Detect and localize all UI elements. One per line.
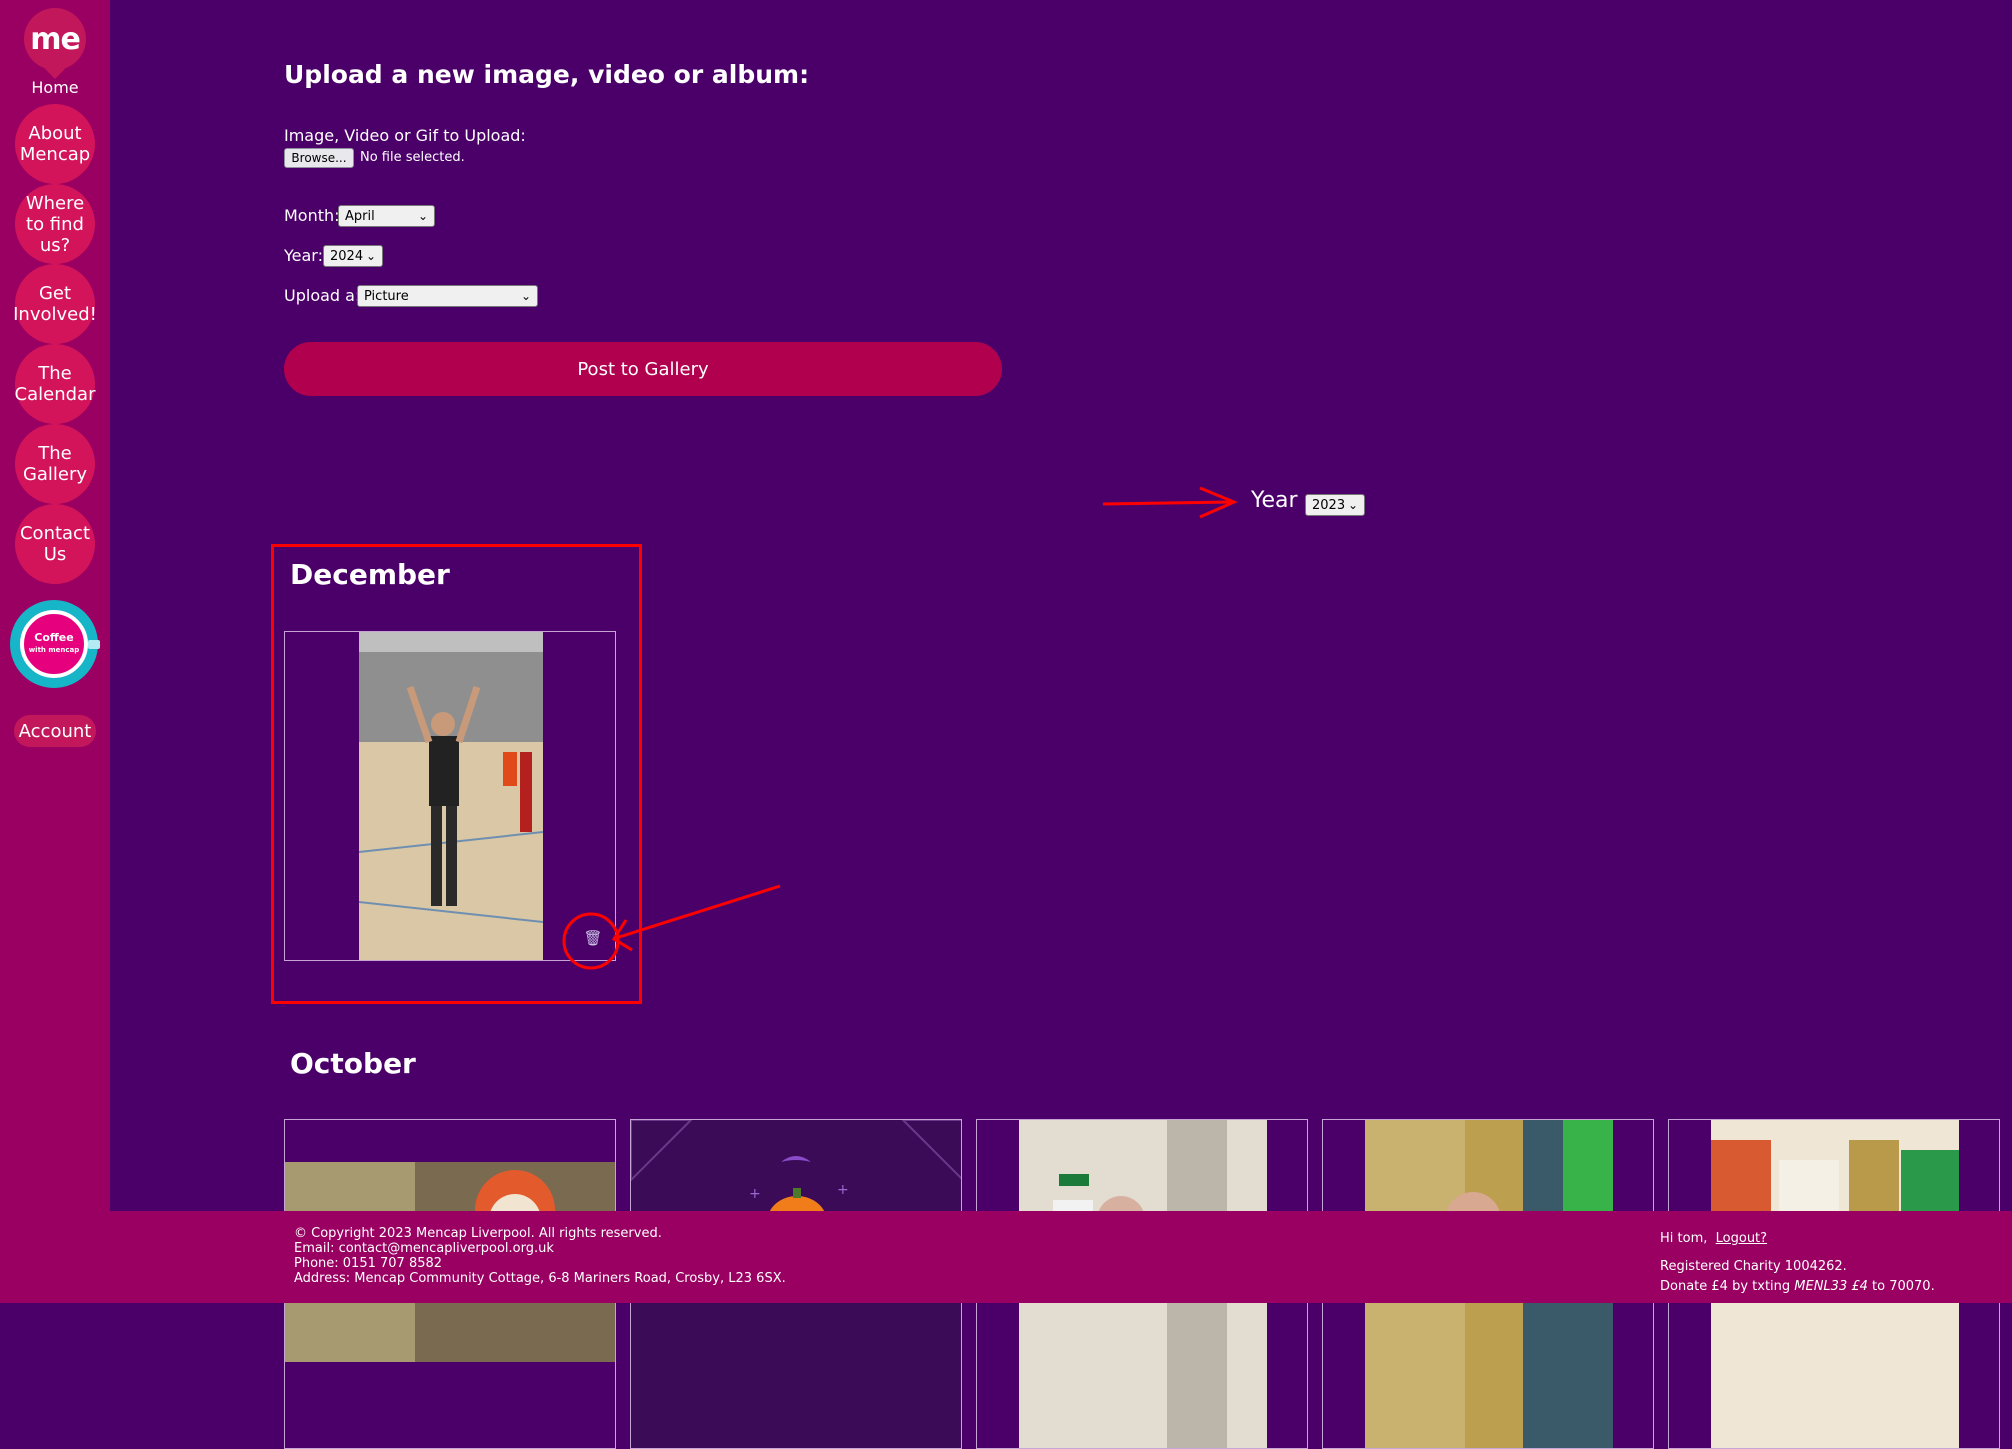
coffee-with-mencap-logo[interactable]: Coffee with mencap: [10, 600, 100, 688]
upload-title: Upload a new image, video or album:: [284, 60, 810, 89]
footer-donate-prefix: Donate £4 by txting: [1660, 1279, 1795, 1294]
month-select-value: April: [345, 208, 375, 224]
year-select-value: 2024: [330, 248, 364, 264]
year-filter-select[interactable]: 2023 ⌄: [1305, 494, 1365, 516]
footer-greeting: Hi tom,: [1660, 1231, 1708, 1246]
chevron-down-icon: ⌄: [417, 209, 428, 223]
account-button[interactable]: Account: [14, 715, 96, 747]
upload-type-select-value: Picture: [364, 288, 409, 304]
footer: © Copyright 2023 Mencap Liverpool. All r…: [110, 1211, 2012, 1303]
svg-text:+: +: [837, 1182, 849, 1198]
chevron-down-icon: ⌄: [520, 289, 531, 303]
year-label: Year:: [284, 246, 323, 265]
no-file-text: No file selected.: [360, 150, 465, 165]
footer-copyright: © Copyright 2023 Mencap Liverpool. All r…: [294, 1226, 662, 1241]
logout-link[interactable]: Logout?: [1716, 1231, 1767, 1246]
sidebar: me Home About Mencap Where to find us? G…: [0, 0, 110, 1303]
footer-contact-block: © Copyright 2023 Mencap Liverpool. All r…: [294, 1226, 786, 1286]
nav-contact-us[interactable]: Contact Us: [15, 504, 95, 584]
nav-get-involved[interactable]: Get Involved!: [13, 264, 97, 344]
coffee-sublabel: with mencap: [28, 646, 80, 654]
footer-charity: Registered Charity 1004262.: [1660, 1259, 1847, 1274]
year-filter-select-value: 2023: [1312, 497, 1346, 513]
upload-type-label: Upload a:: [284, 286, 361, 305]
browse-button[interactable]: Browse...: [284, 148, 354, 168]
nav-the-calendar[interactable]: The Calendar: [15, 344, 95, 424]
month-select[interactable]: April ⌄: [338, 205, 435, 227]
year-select[interactable]: 2024 ⌄: [323, 245, 383, 267]
year-filter-label: Year: [1251, 488, 1298, 513]
footer-phone: Phone: 0151 707 8582: [294, 1256, 443, 1271]
post-to-gallery-button[interactable]: Post to Gallery: [284, 342, 1002, 396]
coffee-label: Coffee: [34, 631, 74, 644]
nav-the-gallery[interactable]: The Gallery: [15, 424, 95, 504]
footer-address: Address: Mencap Community Cottage, 6-8 M…: [294, 1271, 786, 1286]
footer-email[interactable]: Email: contact@mencapliverpool.org.uk: [294, 1241, 786, 1256]
footer-account-block: Hi tom, Logout? Registered Charity 10042…: [1660, 1229, 1935, 1297]
file-upload-label: Image, Video or Gif to Upload:: [284, 126, 526, 145]
month-heading-october: October: [290, 1047, 416, 1080]
upload-type-select[interactable]: Picture ⌄: [357, 285, 538, 307]
annotation-highlight-box: [271, 544, 642, 1004]
footer-donate-suffix: to 70070.: [1867, 1279, 1935, 1294]
nav-home-label[interactable]: Home: [0, 78, 110, 97]
annotation-arrow-year: [1102, 486, 1238, 519]
svg-text:+: +: [749, 1186, 761, 1202]
month-label: Month:: [284, 206, 340, 225]
nav-where-to-find-us[interactable]: Where to find us?: [15, 184, 95, 264]
chevron-down-icon: ⌄: [365, 249, 376, 263]
footer-donate-code: MENL33 £4: [1794, 1279, 1868, 1294]
nav-about-mencap[interactable]: About Mencap: [15, 104, 95, 184]
chevron-down-icon: ⌄: [1347, 498, 1358, 512]
coffee-cup-handle-icon: [88, 640, 100, 649]
coffee-badge: Coffee with mencap: [20, 610, 88, 678]
